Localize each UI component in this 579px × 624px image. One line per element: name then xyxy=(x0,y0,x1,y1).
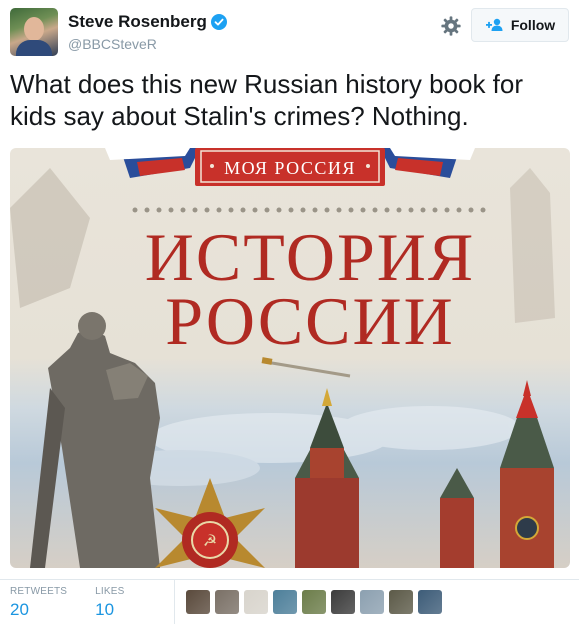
follow-button[interactable]: Follow xyxy=(471,8,569,42)
liker-avatar[interactable] xyxy=(331,590,355,614)
tweet-stats: RETWEETS 20 LIKES 10 xyxy=(10,586,153,622)
liker-avatar[interactable] xyxy=(360,590,384,614)
follow-button-label: Follow xyxy=(510,17,556,33)
tweet-header: Steve Rosenberg @BBCSteveR Follow xyxy=(10,8,570,58)
book-title-line2: РОССИИ xyxy=(165,283,455,359)
liker-avatar[interactable] xyxy=(418,590,442,614)
tweet-photo[interactable]: МОЯ РОССИЯ ИСТОРИЯ РОССИИ ☭ xyxy=(10,148,570,568)
author-avatar[interactable] xyxy=(10,8,58,56)
author-handle[interactable]: @BBCSteveR xyxy=(68,36,157,52)
ribbon-banner: МОЯ РОССИЯ xyxy=(105,148,475,186)
book-cover-image: МОЯ РОССИЯ ИСТОРИЯ РОССИИ ☭ xyxy=(10,148,555,568)
liker-avatars xyxy=(186,590,442,614)
tweet-text: What does this new Russian history book … xyxy=(10,69,524,131)
order-medal: ☭ xyxy=(155,478,265,568)
retweets-stat[interactable]: RETWEETS 20 xyxy=(10,586,67,622)
retweets-count[interactable]: 20 xyxy=(10,600,67,620)
divider xyxy=(0,579,579,580)
liker-avatar[interactable] xyxy=(186,590,210,614)
likes-label: LIKES xyxy=(95,586,125,597)
author-name[interactable]: Steve Rosenberg xyxy=(68,12,207,32)
retweets-label: RETWEETS xyxy=(10,586,68,597)
likes-stat[interactable]: LIKES 10 xyxy=(95,586,124,622)
svg-text:☭: ☭ xyxy=(203,531,217,550)
verified-badge-icon xyxy=(210,14,227,30)
author-name-row[interactable]: Steve Rosenberg xyxy=(68,12,227,32)
liker-avatar[interactable] xyxy=(215,590,239,614)
dotted-divider xyxy=(132,207,486,213)
stats-divider xyxy=(174,580,175,624)
soldier-statue xyxy=(30,312,160,568)
sword-icon xyxy=(261,357,351,378)
add-user-icon xyxy=(485,18,503,31)
liker-avatar[interactable] xyxy=(273,590,297,614)
likes-count[interactable]: 10 xyxy=(95,600,124,620)
liker-avatar[interactable] xyxy=(244,590,268,614)
gear-icon[interactable] xyxy=(440,15,462,37)
liker-avatar[interactable] xyxy=(389,590,413,614)
banner-text: МОЯ РОССИЯ xyxy=(224,158,356,178)
liker-avatar[interactable] xyxy=(302,590,326,614)
